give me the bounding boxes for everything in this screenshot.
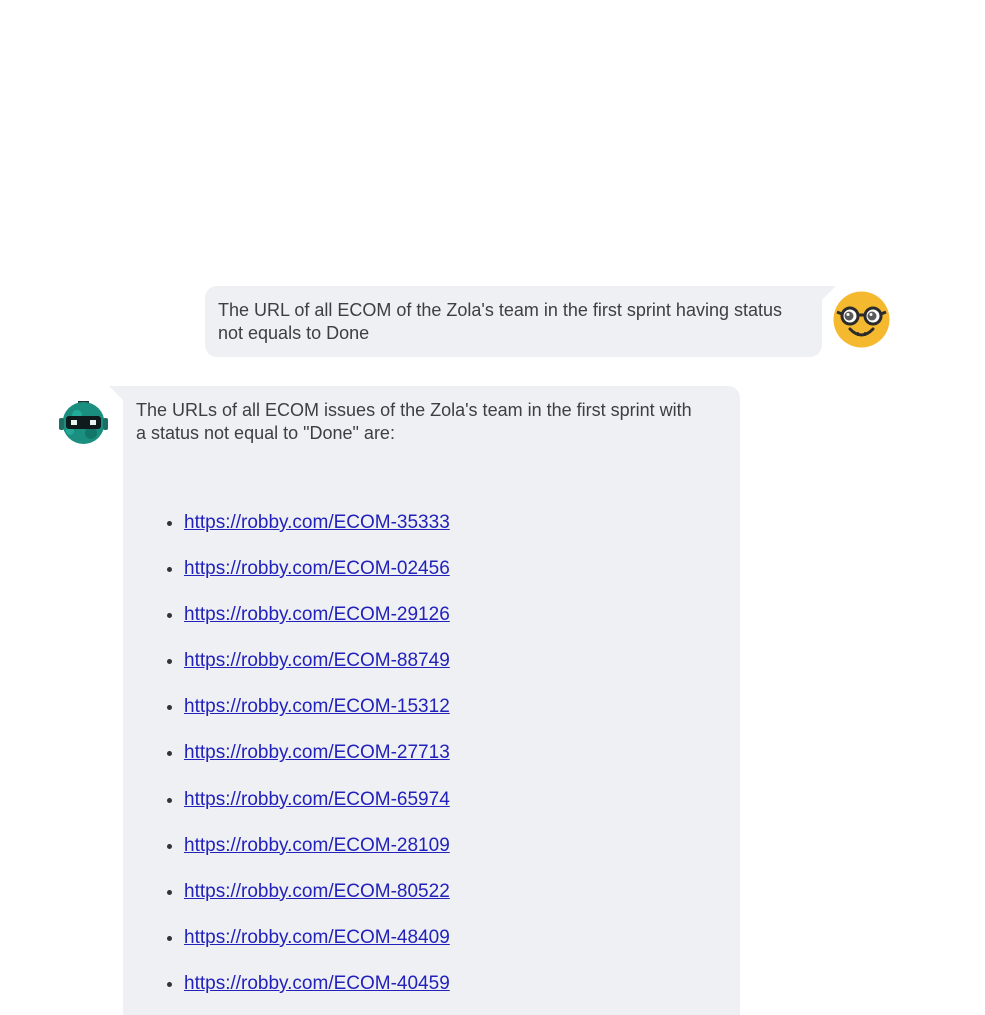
user-message-text: The URL of all ECOM of the Zola's team i… — [218, 300, 783, 343]
list-item: https://robby.com/ECOM-27713 — [184, 741, 700, 787]
issue-link[interactable]: https://robby.com/ECOM-80522 — [184, 881, 450, 902]
robot-avatar-icon — [58, 400, 109, 446]
issue-link[interactable]: https://robby.com/ECOM-29126 — [184, 604, 450, 625]
issue-link[interactable]: https://robby.com/ECOM-65974 — [184, 789, 450, 810]
bot-message-intro: The URLs of all ECOM issues of the Zola'… — [136, 400, 692, 443]
list-item: https://robby.com/ECOM-40459 — [184, 972, 700, 1015]
issue-link[interactable]: https://robby.com/ECOM-88749 — [184, 650, 450, 671]
issue-url-list: https://robby.com/ECOM-35333 https://rob… — [136, 511, 700, 1015]
issue-link[interactable]: https://robby.com/ECOM-35333 — [184, 512, 450, 533]
issue-link[interactable]: https://robby.com/ECOM-48409 — [184, 927, 450, 948]
issue-link[interactable]: https://robby.com/ECOM-02456 — [184, 558, 450, 579]
chat-thread: The URL of all ECOM of the Zola's team i… — [0, 0, 985, 1015]
list-item: https://robby.com/ECOM-28109 — [184, 834, 700, 880]
list-item: https://robby.com/ECOM-02456 — [184, 557, 700, 603]
issue-link[interactable]: https://robby.com/ECOM-15312 — [184, 696, 450, 717]
bot-message-bubble: The URLs of all ECOM issues of the Zola'… — [109, 386, 740, 1015]
issue-link[interactable]: https://robby.com/ECOM-40459 — [184, 973, 450, 994]
list-item: https://robby.com/ECOM-15312 — [184, 695, 700, 741]
issue-link[interactable]: https://robby.com/ECOM-27713 — [184, 742, 450, 763]
issue-link[interactable]: https://robby.com/ECOM-28109 — [184, 835, 450, 856]
list-item: https://robby.com/ECOM-80522 — [184, 880, 700, 926]
list-item: https://robby.com/ECOM-29126 — [184, 603, 700, 649]
list-item: https://robby.com/ECOM-65974 — [184, 788, 700, 834]
list-item: https://robby.com/ECOM-35333 — [184, 511, 700, 557]
list-item: https://robby.com/ECOM-88749 — [184, 649, 700, 695]
list-item: https://robby.com/ECOM-48409 — [184, 926, 700, 972]
nerd-face-emoji-icon — [833, 291, 890, 348]
user-message-bubble: The URL of all ECOM of the Zola's team i… — [205, 286, 836, 357]
